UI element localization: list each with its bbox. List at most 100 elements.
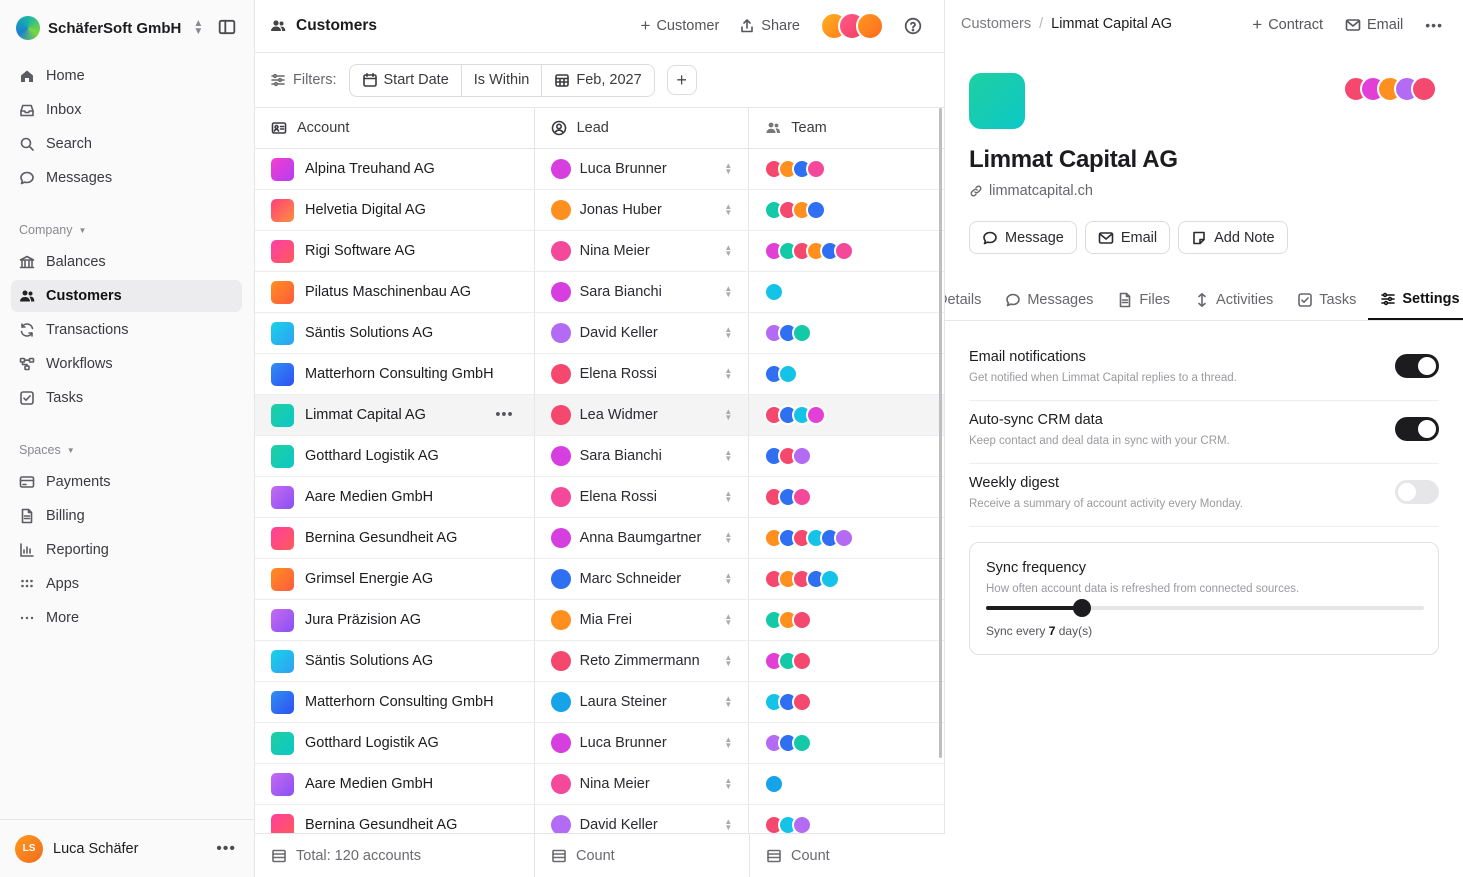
lead-cell[interactable]: Lea Widmer ▲ ▼ xyxy=(535,395,750,435)
table-row[interactable]: Rigi Software AG Nina Meier ▲ ▼ xyxy=(255,231,944,272)
sync-slider[interactable] xyxy=(986,599,1424,617)
slider-handle[interactable] xyxy=(1073,599,1092,617)
team-avatars[interactable] xyxy=(764,159,827,179)
table-row[interactable]: Helvetia Digital AG Jonas Huber ▲ ▼ xyxy=(255,190,944,231)
team-cell[interactable] xyxy=(749,149,944,189)
chevron-updown-icon[interactable]: ▲ ▼ xyxy=(724,162,732,176)
email-action-button[interactable]: Email xyxy=(1084,221,1171,254)
column-header-account[interactable]: Account xyxy=(255,108,535,148)
account-cell[interactable]: Rigi Software AG xyxy=(255,231,535,271)
team-avatars[interactable] xyxy=(1343,76,1437,102)
team-cell[interactable] xyxy=(749,436,944,476)
team-cell[interactable] xyxy=(749,764,944,804)
team-cell[interactable] xyxy=(749,805,944,833)
account-cell[interactable]: Aare Medien GmbH xyxy=(255,764,535,804)
chevron-updown-icon[interactable]: ▲ ▼ xyxy=(724,572,732,586)
table-row[interactable]: Alpina Treuhand AG Luca Brunner ▲ ▼ xyxy=(255,149,944,190)
account-cell[interactable]: Pilatus Maschinenbau AG xyxy=(255,272,535,312)
more-options-icon[interactable]: ••• xyxy=(1425,17,1443,33)
tab-settings[interactable]: Settings xyxy=(1368,280,1463,320)
setting-toggle[interactable] xyxy=(1395,480,1439,504)
chevron-updown-icon[interactable]: ▲ ▼ xyxy=(724,244,732,258)
account-cell[interactable]: Helvetia Digital AG xyxy=(255,190,535,230)
team-avatars[interactable] xyxy=(764,487,813,507)
lead-cell[interactable]: Sara Bianchi ▲ ▼ xyxy=(535,272,750,312)
lead-cell[interactable]: David Keller ▲ ▼ xyxy=(535,805,750,833)
breadcrumb-parent[interactable]: Customers xyxy=(961,16,1031,32)
chevron-updown-icon[interactable]: ▲ ▼ xyxy=(724,367,732,381)
team-avatars[interactable] xyxy=(764,364,799,384)
lead-cell[interactable]: Anna Baumgartner ▲ ▼ xyxy=(535,518,750,558)
account-cell[interactable]: Jura Präzision AG xyxy=(255,600,535,640)
tab-messages[interactable]: Messages xyxy=(993,280,1105,320)
workspace-switcher[interactable]: SchäferSoft GmbH ▲ ▼ xyxy=(16,14,203,42)
column-header-team[interactable]: Team xyxy=(749,108,944,148)
spaces-section-heading[interactable]: Spaces ▼ xyxy=(19,443,75,457)
table-row[interactable]: Bernina Gesundheit AG Anna Baumgartner ▲ ▼ xyxy=(255,518,944,559)
table-row[interactable]: Gotthard Logistik AG Luca Brunner ▲ ▼ xyxy=(255,723,944,764)
lead-cell[interactable]: Reto Zimmermann ▲ ▼ xyxy=(535,641,750,681)
team-avatars[interactable] xyxy=(764,200,827,220)
account-cell[interactable]: Bernina Gesundheit AG xyxy=(255,518,535,558)
chevron-updown-icon[interactable]: ▲ ▼ xyxy=(724,326,732,340)
sidebar-item-transactions[interactable]: Transactions xyxy=(11,314,242,346)
add-customer-button[interactable]: + Customer xyxy=(641,16,720,36)
lead-cell[interactable]: Luca Brunner ▲ ▼ xyxy=(535,149,750,189)
team-avatars[interactable] xyxy=(764,733,813,753)
add-note-button[interactable]: Add Note xyxy=(1178,221,1288,254)
user-profile[interactable]: LS Luca Schäfer ••• xyxy=(0,819,254,877)
team-cell[interactable] xyxy=(749,477,944,517)
table-row[interactable]: Matterhorn Consulting GmbH Laura Steiner ▲… xyxy=(255,682,944,723)
team-avatars[interactable] xyxy=(764,282,785,302)
tab-tasks[interactable]: Tasks xyxy=(1285,280,1368,320)
table-row[interactable]: Limmat Capital AG ••• Lea Widmer ▲ ▼ xyxy=(255,395,944,436)
account-cell[interactable]: Gotthard Logistik AG xyxy=(255,436,535,476)
chevron-updown-icon[interactable]: ▲ ▼ xyxy=(724,449,732,463)
account-cell[interactable]: Säntis Solutions AG xyxy=(255,313,535,353)
table-row[interactable]: Grimsel Energie AG Marc Schneider ▲ ▼ xyxy=(255,559,944,600)
team-cell[interactable] xyxy=(749,723,944,763)
team-cell[interactable] xyxy=(749,682,944,722)
chevron-updown-icon[interactable]: ▲ ▼ xyxy=(724,531,732,545)
setting-toggle[interactable] xyxy=(1395,417,1439,441)
table-row[interactable]: Aare Medien GmbH Nina Meier ▲ ▼ xyxy=(255,764,944,805)
table-row[interactable]: Bernina Gesundheit AG David Keller ▲ ▼ xyxy=(255,805,944,833)
team-cell[interactable] xyxy=(749,600,944,640)
account-cell[interactable]: Alpina Treuhand AG xyxy=(255,149,535,189)
add-contract-button[interactable]: + Contract xyxy=(1252,15,1323,35)
tab-details[interactable]: Details xyxy=(945,280,993,320)
account-cell[interactable]: Bernina Gesundheit AG xyxy=(255,805,535,833)
lead-cell[interactable]: Elena Rossi ▲ ▼ xyxy=(535,477,750,517)
chevron-updown-icon[interactable]: ▲ ▼ xyxy=(724,285,732,299)
sidebar-item-reporting[interactable]: Reporting xyxy=(11,534,242,566)
tab-files[interactable]: Files xyxy=(1105,280,1182,320)
account-cell[interactable]: Matterhorn Consulting GmbH xyxy=(255,682,535,722)
team-avatars[interactable] xyxy=(764,774,785,794)
team-cell[interactable] xyxy=(749,272,944,312)
chevron-updown-icon[interactable]: ▲ ▼ xyxy=(724,654,732,668)
table-row[interactable]: Gotthard Logistik AG Sara Bianchi ▲ ▼ xyxy=(255,436,944,477)
lead-cell[interactable]: David Keller ▲ ▼ xyxy=(535,313,750,353)
tab-activities[interactable]: Activities xyxy=(1182,280,1285,320)
sidebar-toggle-icon[interactable] xyxy=(218,18,236,36)
chevron-updown-icon[interactable]: ▲ ▼ xyxy=(724,613,732,627)
sidebar-item-search[interactable]: Search xyxy=(11,128,242,160)
sidebar-item-inbox[interactable]: Inbox xyxy=(11,94,242,126)
sidebar-item-tasks[interactable]: Tasks xyxy=(11,382,242,414)
lead-cell[interactable]: Sara Bianchi ▲ ▼ xyxy=(535,436,750,476)
account-cell[interactable]: Grimsel Energie AG xyxy=(255,559,535,599)
row-more-icon[interactable]: ••• xyxy=(495,407,513,423)
chevron-updown-icon[interactable]: ▲ ▼ xyxy=(724,777,732,791)
lead-cell[interactable]: Jonas Huber ▲ ▼ xyxy=(535,190,750,230)
lead-cell[interactable]: Luca Brunner ▲ ▼ xyxy=(535,723,750,763)
team-avatars[interactable] xyxy=(764,528,855,548)
message-button[interactable]: Message xyxy=(969,221,1077,254)
team-cell[interactable] xyxy=(749,395,944,435)
table-row[interactable]: Säntis Solutions AG Reto Zimmermann ▲ ▼ xyxy=(255,641,944,682)
team-cell[interactable] xyxy=(749,190,944,230)
team-avatars[interactable] xyxy=(764,446,813,466)
lead-cell[interactable]: Marc Schneider ▲ ▼ xyxy=(535,559,750,599)
share-button[interactable]: Share xyxy=(739,18,800,34)
team-avatars[interactable] xyxy=(764,323,813,343)
team-avatars[interactable] xyxy=(764,651,813,671)
